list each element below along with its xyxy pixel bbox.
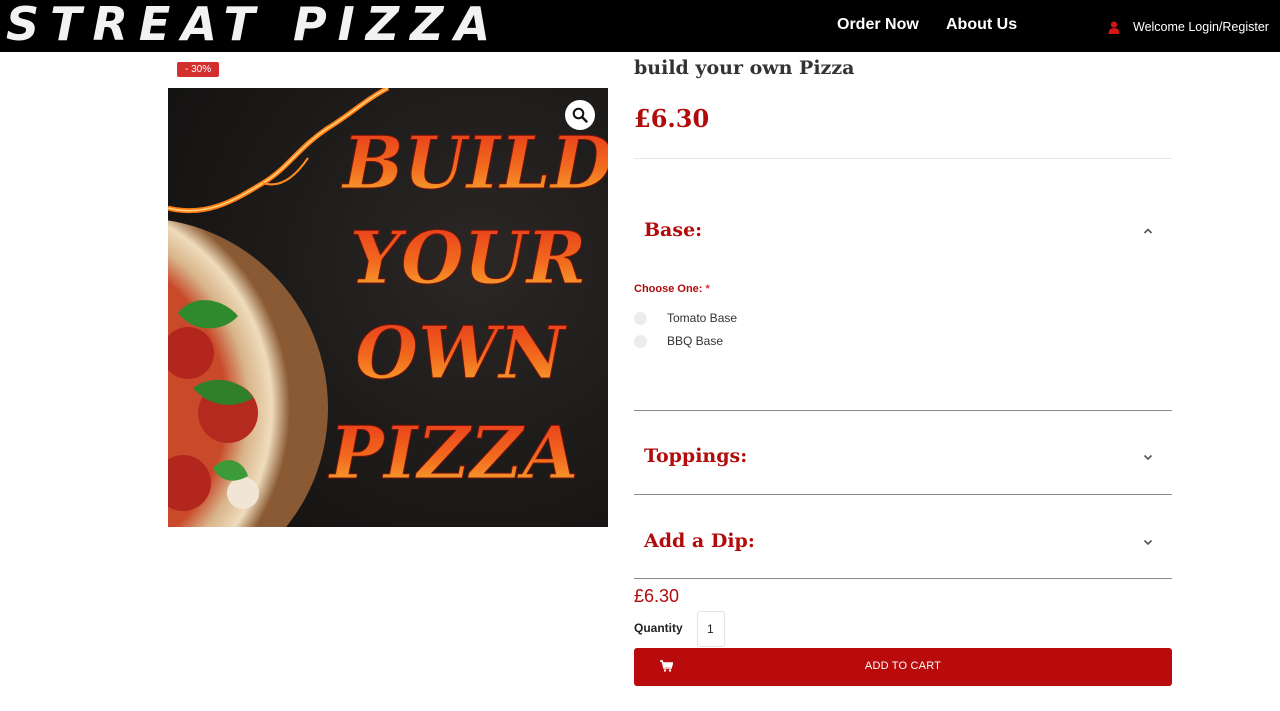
site-header: STREAT PIZZA Order Now About Us Welcome … <box>0 0 1280 52</box>
add-to-cart-label: ADD TO CART <box>864 660 942 672</box>
image-word-3: OWN <box>355 310 568 395</box>
magnifier-icon <box>572 107 588 123</box>
build-your-own-pizza-artwork: BUILD YOUR OWN PIZZA <box>168 88 608 527</box>
base-option-bbq[interactable]: BBQ Base <box>634 332 723 350</box>
image-word-4: PIZZA <box>328 410 579 495</box>
product-image[interactable]: BUILD YOUR OWN PIZZA <box>168 88 608 527</box>
divider <box>634 158 1172 159</box>
nav-order-now[interactable]: Order Now <box>837 15 919 35</box>
add-to-cart-button[interactable]: ADD TO CART <box>634 648 1172 686</box>
base-option-tomato[interactable]: Tomato Base <box>634 309 737 327</box>
divider <box>634 410 1172 411</box>
total-price: £6.30 <box>634 586 680 606</box>
radio-button[interactable] <box>634 311 647 325</box>
section-dip-label: Add a Dip: <box>644 530 755 552</box>
chevron-down-icon <box>1143 454 1153 461</box>
choose-label-text: Choose One: <box>634 283 703 295</box>
quantity-label: Quantity <box>634 621 683 635</box>
section-toppings-label: Toppings: <box>644 445 748 467</box>
account-link[interactable]: Welcome Login/Register <box>1108 18 1269 36</box>
product-title: build your own Pizza <box>634 57 855 79</box>
account-label: Welcome Login/Register <box>1133 20 1269 34</box>
quantity-input[interactable] <box>697 611 725 647</box>
product-price: £6.30 <box>634 104 710 133</box>
chevron-up-icon <box>1143 228 1153 234</box>
nav-about-us[interactable]: About Us <box>946 15 1017 35</box>
section-dip-header[interactable]: Add a Dip: <box>634 522 1172 562</box>
section-base-label: Base: <box>644 219 703 241</box>
user-icon <box>1108 21 1120 34</box>
zoom-button[interactable] <box>565 100 595 130</box>
base-choose-label: Choose One: * <box>634 283 710 295</box>
section-base-header[interactable]: Base: <box>634 211 1172 251</box>
image-word-1: BUILD <box>341 120 608 205</box>
base-option-label: BBQ Base <box>667 334 724 348</box>
divider <box>634 494 1172 495</box>
chevron-down-icon <box>1143 539 1153 546</box>
section-toppings-header[interactable]: Toppings: <box>634 437 1172 477</box>
divider <box>634 578 1172 579</box>
required-marker: * <box>705 283 710 295</box>
image-word-2: YOUR <box>350 215 587 300</box>
site-logo[interactable]: STREAT PIZZA <box>6 0 501 52</box>
sale-badge: - 30% <box>177 62 220 77</box>
base-option-label: Tomato Base <box>667 311 738 325</box>
radio-button[interactable] <box>634 334 647 348</box>
